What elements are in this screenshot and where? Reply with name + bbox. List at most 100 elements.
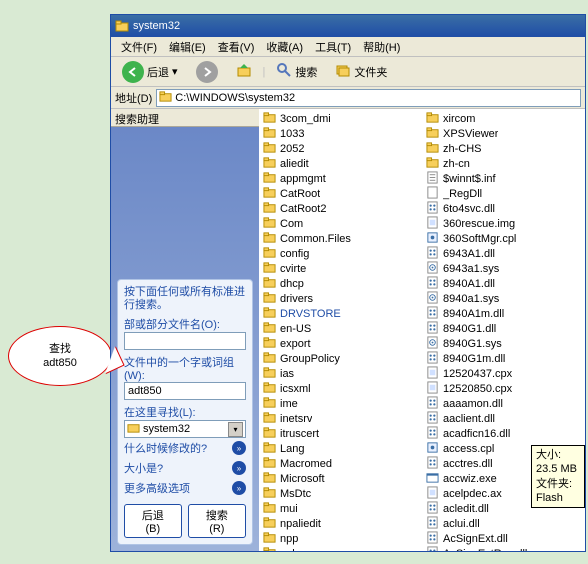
menu-file[interactable]: 文件(F) xyxy=(115,37,163,57)
expander-modified[interactable]: 什么时候修改的? » xyxy=(124,438,246,458)
file-item[interactable]: Macromed xyxy=(259,456,422,471)
sys-icon xyxy=(426,261,439,277)
file-item[interactable]: aaaamon.dll xyxy=(422,396,585,411)
cpl-icon xyxy=(426,441,439,457)
menu-help[interactable]: 帮助(H) xyxy=(357,37,406,57)
file-item[interactable]: dhcp xyxy=(259,276,422,291)
file-item[interactable]: 8940G1.dll xyxy=(422,321,585,336)
file-name: Common.Files xyxy=(280,233,351,245)
expander-size[interactable]: 大小是? » xyxy=(124,458,246,478)
file-item[interactable]: config xyxy=(259,246,422,261)
file-item[interactable]: en-US xyxy=(259,321,422,336)
file-item[interactable]: npaliedit xyxy=(259,516,422,531)
file-name: MsDtc xyxy=(280,488,311,500)
expander-advanced[interactable]: 更多高级选项 » xyxy=(124,478,246,498)
file-item[interactable]: Lang xyxy=(259,441,422,456)
folders-button[interactable]: 文件夹 xyxy=(328,59,394,84)
file-item[interactable]: icsxml xyxy=(259,381,422,396)
file-item[interactable]: Microsoft xyxy=(259,471,422,486)
file-item[interactable]: zh-cn xyxy=(422,156,585,171)
file-item[interactable]: GroupPolicy xyxy=(259,351,422,366)
menu-view[interactable]: 查看(V) xyxy=(212,37,261,57)
file-item[interactable]: Com xyxy=(259,216,422,231)
file-item[interactable]: ias xyxy=(259,366,422,381)
file-item[interactable]: aaclient.dll xyxy=(422,411,585,426)
file-item[interactable]: itruscert xyxy=(259,426,422,441)
file-item[interactable]: oobe xyxy=(259,546,422,551)
file-name: 8940G1m.dll xyxy=(443,353,505,365)
file-name: access.cpl xyxy=(443,443,494,455)
forward-button[interactable] xyxy=(189,58,225,86)
file-item[interactable]: Common.Files xyxy=(259,231,422,246)
word-input[interactable] xyxy=(124,382,246,400)
menu-edit[interactable]: 编辑(E) xyxy=(163,37,212,57)
file-item[interactable]: 360rescue.img xyxy=(422,216,585,231)
file-name: 12520437.cpx xyxy=(443,368,512,380)
folder-icon xyxy=(263,351,276,367)
folder-icon xyxy=(263,516,276,532)
folder-icon xyxy=(263,186,276,202)
file-item[interactable]: 12520437.cpx xyxy=(422,366,585,381)
file-name: Macromed xyxy=(280,458,332,470)
file-item[interactable]: 8940A1m.dll xyxy=(422,306,585,321)
lookin-label: 在这里寻找(L): xyxy=(124,404,246,420)
file-item[interactable]: $winnt$.inf xyxy=(422,171,585,186)
folder-icon xyxy=(263,291,276,307)
file-name: Lang xyxy=(280,443,304,455)
file-name: xircom xyxy=(443,113,475,125)
file-item[interactable]: AcSignExtRes.dll xyxy=(422,546,585,551)
back-button[interactable]: 后退 ▾ xyxy=(115,58,185,86)
file-item[interactable]: CatRoot2 xyxy=(259,201,422,216)
file-item[interactable]: DRVSTORE xyxy=(259,306,422,321)
file-name: 12520850.cpx xyxy=(443,383,512,395)
file-item[interactable]: 1033 xyxy=(259,126,422,141)
address-input[interactable]: C:\WINDOWS\system32 xyxy=(156,89,581,107)
file-item[interactable]: MsDtc xyxy=(259,486,422,501)
file-item[interactable]: ime xyxy=(259,396,422,411)
back-button[interactable]: 后退(B) xyxy=(124,504,182,538)
search-button[interactable]: 搜索 xyxy=(269,59,324,84)
file-item[interactable]: 6943a1.sys xyxy=(422,261,585,276)
lookin-combo[interactable]: system32 ▾ xyxy=(124,420,246,438)
file-name: CatRoot xyxy=(280,188,320,200)
file-item[interactable]: 6943A1.dll xyxy=(422,246,585,261)
folder-icon xyxy=(159,90,172,106)
menu-favorites[interactable]: 收藏(A) xyxy=(260,37,309,57)
file-item[interactable]: 8940G1m.dll xyxy=(422,351,585,366)
file-item[interactable]: 360SoftMgr.cpl xyxy=(422,231,585,246)
folders-label: 文件夹 xyxy=(354,64,387,80)
expander-label: 什么时候修改的? xyxy=(124,440,207,456)
folder-icon xyxy=(263,231,276,247)
file-item[interactable]: aclui.dll xyxy=(422,516,585,531)
file-item[interactable]: 6to4svc.dll xyxy=(422,201,585,216)
file-item[interactable]: inetsrv xyxy=(259,411,422,426)
file-item[interactable]: acadficn16.dll xyxy=(422,426,585,441)
file-item[interactable]: 8940G1.sys xyxy=(422,336,585,351)
titlebar[interactable]: system32 xyxy=(111,15,585,37)
lookin-value: system32 xyxy=(143,423,190,435)
file-item[interactable]: 8940a1.sys xyxy=(422,291,585,306)
search-button[interactable]: 搜索(R) xyxy=(188,504,246,538)
file-item[interactable]: CatRoot xyxy=(259,186,422,201)
file-item[interactable]: export xyxy=(259,336,422,351)
file-item[interactable]: 3com_dmi xyxy=(259,111,422,126)
button-row: 后退(B) 搜索(R) xyxy=(124,504,246,538)
file-item[interactable]: 2052 xyxy=(259,141,422,156)
file-item[interactable]: 8940A1.dll xyxy=(422,276,585,291)
tooltip-line1: 大小: 23.5 MB xyxy=(536,448,580,477)
file-item[interactable]: zh-CHS xyxy=(422,141,585,156)
file-item[interactable]: XPSViewer xyxy=(422,126,585,141)
file-item[interactable]: cvirte xyxy=(259,261,422,276)
file-item[interactable]: AcSignExt.dll xyxy=(422,531,585,546)
file-item[interactable]: drivers xyxy=(259,291,422,306)
file-item[interactable]: 12520850.cpx xyxy=(422,381,585,396)
file-item[interactable]: npp xyxy=(259,531,422,546)
menu-tools[interactable]: 工具(T) xyxy=(309,37,357,57)
file-item[interactable]: appmgmt xyxy=(259,171,422,186)
file-item[interactable]: aliedit xyxy=(259,156,422,171)
file-item[interactable]: mui xyxy=(259,501,422,516)
file-item[interactable]: xircom xyxy=(422,111,585,126)
partial-name-input[interactable] xyxy=(124,332,246,350)
up-button[interactable] xyxy=(229,59,259,84)
file-item[interactable]: _RegDll xyxy=(422,186,585,201)
